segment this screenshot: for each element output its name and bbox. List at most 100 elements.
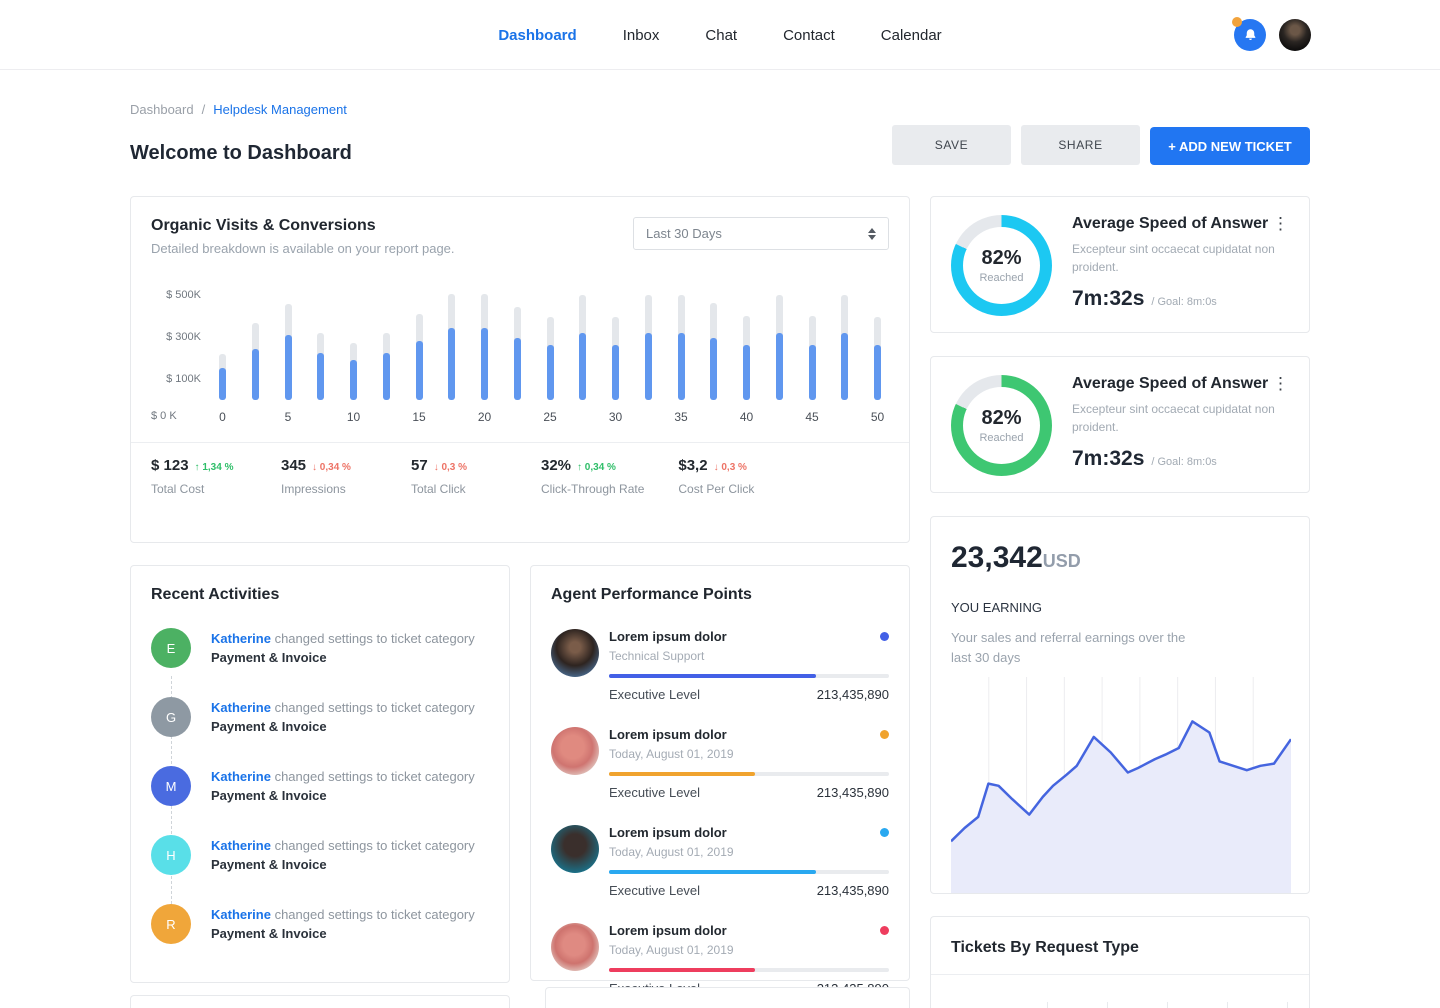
activity-item[interactable]: RKatherine changed settings to ticket ca… [151, 904, 489, 944]
agent-body: Lorem ipsum dolorToday, August 01, 2019E… [609, 825, 889, 898]
agent-progress-fill [609, 772, 755, 776]
activity-actor[interactable]: Katherine [211, 769, 271, 784]
kpi-value: $ 123 [151, 457, 189, 474]
notifications-button[interactable] [1234, 19, 1266, 51]
agent-points-value: 213,435,890 [817, 687, 889, 702]
tickets-chart-gridline [1287, 1002, 1288, 1008]
tickets-chart-preview [931, 975, 1309, 1008]
kpi-value: 345 [281, 457, 306, 474]
activity-item[interactable]: MKatherine changed settings to ticket ca… [151, 766, 489, 806]
speed-card-title: Average Speed of Answer [1072, 215, 1289, 233]
activity-target: Payment & Invoice [211, 787, 475, 806]
bar-value-segment [285, 335, 292, 400]
average-speed-card: 82%Reached Average Speed of Answer⋮ Except… [930, 196, 1310, 333]
activity-item[interactable]: HKatherine changed settings to ticket ca… [151, 835, 489, 875]
topbar-right [1234, 19, 1311, 51]
kebab-menu-icon[interactable]: ⋮ [1266, 373, 1295, 394]
tickets-card-title: Tickets By Request Type [951, 939, 1289, 957]
donut-caption: Reached [979, 432, 1023, 444]
partial-card-left [130, 995, 510, 1008]
x-axis-label: 25 [543, 410, 556, 424]
save-button[interactable]: SAVE [892, 125, 1011, 165]
y-axis-label: $ 100K [166, 373, 201, 385]
x-axis-label: 45 [805, 410, 818, 424]
activity-actor[interactable]: Katherine [211, 631, 271, 646]
nav-item-calendar[interactable]: Calendar [881, 27, 942, 44]
bell-icon [1243, 28, 1258, 43]
speed-goal-value: / Goal: 8m:0s [1151, 296, 1216, 308]
organic-card-header: Organic Visits & Conversions Detailed br… [151, 217, 889, 256]
nav-item-inbox[interactable]: Inbox [623, 27, 660, 44]
agent-meta-row: Executive Level213,435,890 [609, 785, 889, 800]
kpi-stat: $3,2↓ 0,3 % Cost Per Click [678, 457, 774, 496]
agent-level-label: Executive Level [609, 687, 700, 702]
agent-top-row: Lorem ipsum dolor [609, 825, 889, 840]
earnings-card: 23,342 USD YOU EARNING Your sales and re… [930, 516, 1310, 894]
agent-item[interactable]: Lorem ipsum dolorToday, August 01, 2019E… [551, 923, 889, 996]
add-new-ticket-button[interactable]: + ADD NEW TICKET [1150, 127, 1310, 165]
bar-value-segment [448, 328, 455, 400]
earnings-currency: USD [1043, 551, 1081, 572]
y-axis-label: $ 300K [166, 331, 201, 343]
activity-actor[interactable]: Katherine [211, 838, 271, 853]
activity-text: Katherine changed settings to ticket cat… [211, 697, 475, 737]
activity-actor[interactable]: Katherine [211, 907, 271, 922]
speed-time-row: 7m:32s/ Goal: 8m:0s [1072, 287, 1289, 311]
activity-avatar: E [151, 628, 191, 668]
agent-top-row: Lorem ipsum dolor [609, 923, 889, 938]
kpi-stat-top: $ 123↑ 1,34 % [151, 457, 247, 474]
activity-item[interactable]: EKatherine changed settings to ticket ca… [151, 628, 489, 668]
kpi-stat-top: $3,2↓ 0,3 % [678, 457, 774, 474]
agent-progress-track [609, 772, 889, 776]
agent-meta-row: Executive Level 213,435,890 [609, 687, 889, 702]
earnings-amount: 23,342 [951, 541, 1043, 575]
agent-name: Lorem ipsum dolor [609, 727, 727, 742]
agent-progress-fill [609, 870, 816, 874]
speed-time-value: 7m:32s [1072, 447, 1144, 471]
breadcrumb-parent[interactable]: Dashboard [130, 102, 194, 117]
kebab-menu-icon[interactable]: ⋮ [1266, 213, 1295, 234]
agent-item[interactable]: Lorem ipsum dolorToday, August 01, 2019E… [551, 727, 889, 800]
donut-chart: 82%Reached [951, 215, 1052, 316]
speed-card-description: Excepteur sint occaecat cupidatat non pr… [1072, 400, 1282, 436]
bar-value-segment [383, 353, 390, 400]
nav-item-contact[interactable]: Contact [783, 27, 835, 44]
agent-item[interactable]: Lorem ipsum dolorToday, August 01, 2019E… [551, 825, 889, 898]
agent-name: Lorem ipsum dolor [609, 923, 727, 938]
activity-list: E Katherine changed settings to ticket ca… [151, 628, 489, 944]
activity-item[interactable]: G Katherine changed settings to ticket ca… [151, 697, 489, 737]
earnings-line-chart [951, 677, 1291, 894]
agent-body: Lorem ipsum dolorToday, August 01, 2019E… [609, 923, 889, 996]
agent-subtitle: Today, August 01, 2019 [609, 845, 889, 859]
bar-chart-x-axis: 05101520253035404550$ 0 K [219, 400, 881, 426]
bar-value-segment [317, 353, 324, 400]
share-button[interactable]: SHARE [1021, 125, 1140, 165]
kpi-delta: ↓ 0,3 % [714, 462, 747, 473]
kpi-label: Cost Per Click [678, 482, 774, 496]
agent-name: Lorem ipsum dolor [609, 825, 727, 840]
agent-item[interactable]: Lorem ipsum dolorTechnical SupportExecut… [551, 629, 889, 702]
speed-card-description: Excepteur sint occaecat cupidatat non pr… [1072, 240, 1282, 276]
tickets-by-request-type-card: Tickets By Request Type [930, 916, 1310, 1008]
bar-value-segment [874, 345, 881, 400]
bar-value-segment [252, 349, 259, 400]
nav-item-dashboard[interactable]: Dashboard [498, 27, 576, 44]
nav-item-chat[interactable]: Chat [705, 27, 737, 44]
bar-value-segment [219, 368, 226, 400]
organic-visits-card: Organic Visits & Conversions Detailed br… [130, 196, 910, 543]
activity-avatar: G [151, 697, 191, 737]
activity-actor[interactable]: Katherine [211, 700, 271, 715]
bar-value-segment [809, 345, 816, 400]
agent-avatar [551, 727, 599, 775]
kpi-stat-top: 345↓ 0,34 % [281, 457, 377, 474]
agent-subtitle: Today, August 01, 2019 [609, 943, 889, 957]
recent-activities-title: Recent Activities [151, 586, 489, 604]
breadcrumb-current[interactable]: Helpdesk Management [213, 102, 347, 117]
bar-value-segment [776, 333, 783, 400]
period-select[interactable]: Last 30 Days [633, 217, 889, 250]
user-avatar[interactable] [1279, 19, 1311, 51]
earnings-label: YOU EARNING [951, 600, 1289, 615]
select-sort-icon [868, 228, 876, 240]
main-nav: Dashboard Inbox Chat Contact Calendar [0, 0, 1440, 70]
activity-text: Katherine changed settings to ticket cat… [211, 904, 475, 944]
